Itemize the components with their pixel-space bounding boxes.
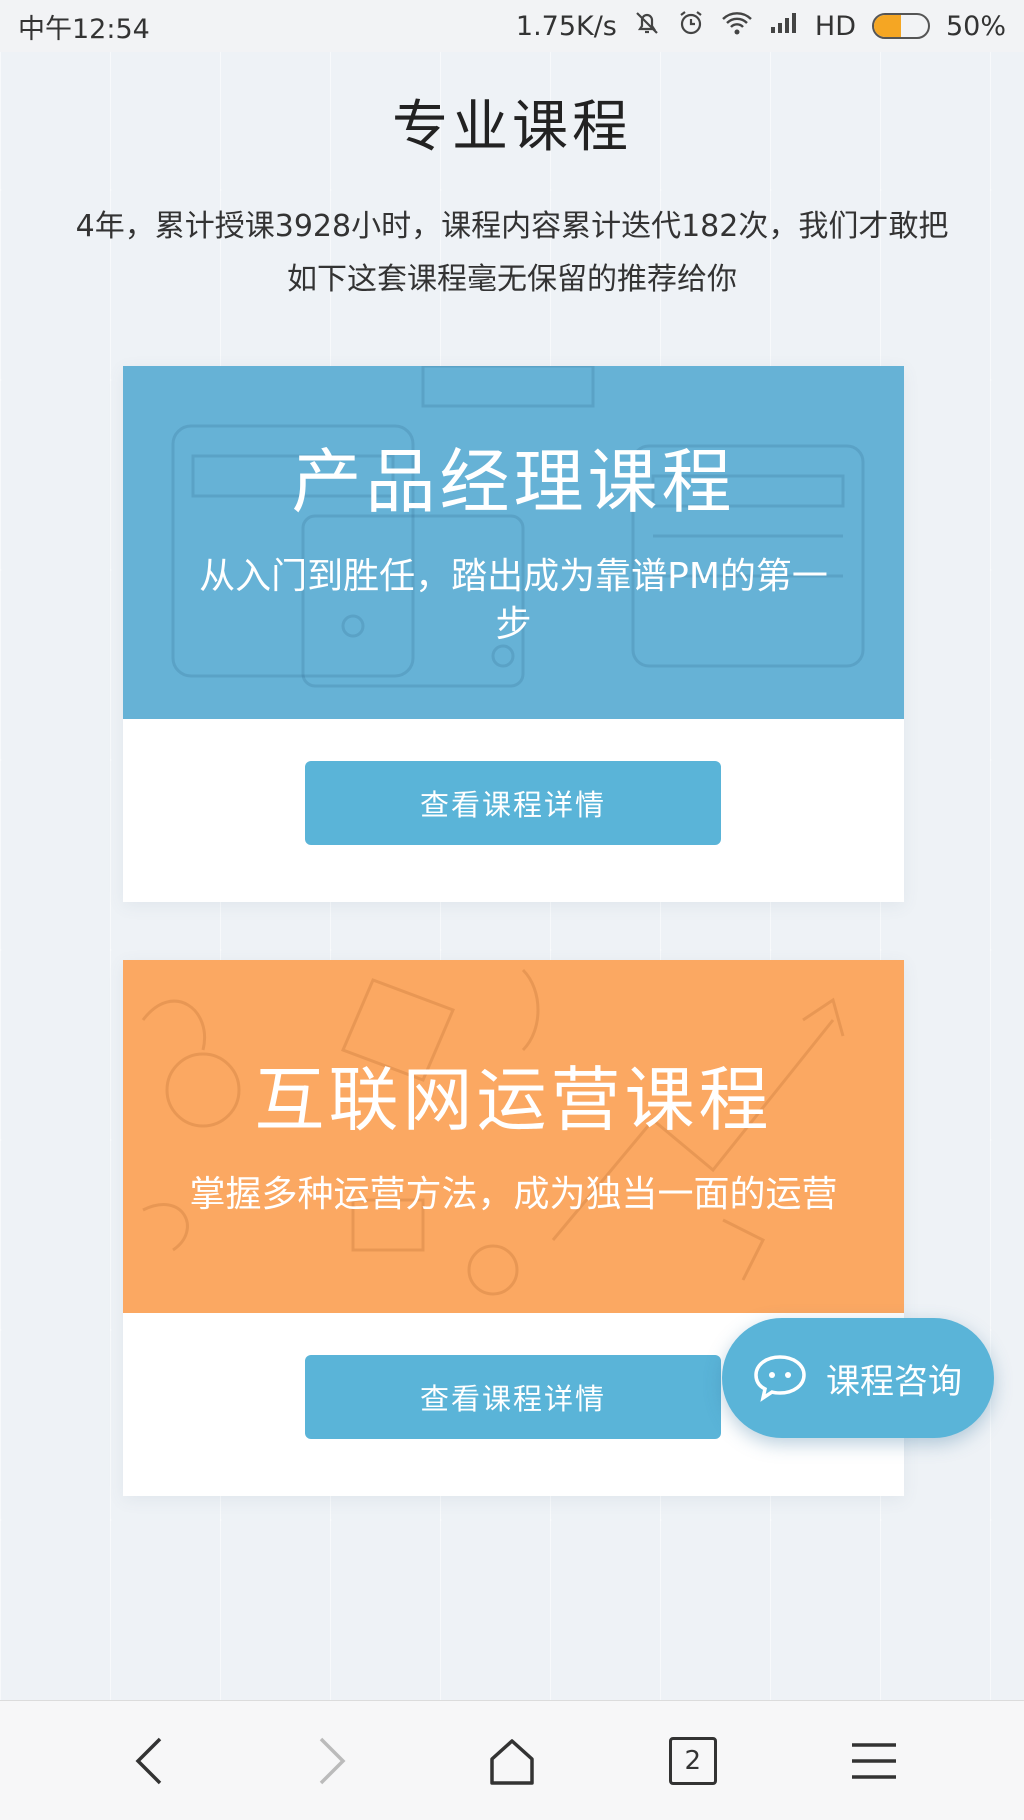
course-subtitle: 从入门到胜任，踏出成为靠谱PM的第一步 <box>199 556 828 645</box>
course-card-pm: 产品经理课程 从入门到胜任，踏出成为靠谱PM的第一步 查看课程详情 <box>123 366 904 902</box>
home-button[interactable] <box>472 1721 552 1801</box>
intro-line-2: 如下这套课程毫无保留的推荐给你 <box>287 262 737 297</box>
course-title: 产品经理课程 <box>291 441 736 523</box>
status-bar: 中午12:54 1.75K/s HD 50% <box>0 0 1024 52</box>
battery-icon <box>871 13 930 39</box>
course-subtitle: 掌握多种运营方法，成为独当一面的运营 <box>189 1174 838 1215</box>
back-icon <box>135 1737 162 1784</box>
network-speed: 1.75K/s <box>515 10 617 42</box>
wifi-icon <box>721 10 753 43</box>
course-banner-pm[interactable]: 产品经理课程 从入门到胜任，踏出成为靠谱PM的第一步 <box>123 366 904 719</box>
chat-bubble-icon <box>754 1355 806 1402</box>
intro-text: 4年，累计授课3928小时，课程内容累计迭代182次，我们才敢把 如下这套课程毫… <box>20 200 1004 306</box>
view-course-details-button[interactable]: 查看课程详情 <box>305 1355 721 1439</box>
network-type: HD <box>814 10 856 42</box>
intro-line-1: 4年，累计授课3928小时，课程内容累计迭代182次，我们才敢把 <box>75 209 949 244</box>
battery-percent: 50% <box>945 10 1006 42</box>
wireframe-pattern-image <box>171 366 865 688</box>
status-time: 中午12:54 <box>18 13 150 45</box>
forward-icon <box>319 1737 346 1784</box>
browser-bottom-nav: 2 <box>0 1700 1024 1820</box>
course-consult-button[interactable]: 课程咨询 <box>722 1318 994 1438</box>
page-title: 专业课程 <box>392 95 632 160</box>
tabs-icon: 2 <box>668 1736 717 1785</box>
tabs-button[interactable]: 2 <box>653 1721 733 1801</box>
mute-bell-icon <box>633 9 661 44</box>
view-course-details-button[interactable]: 查看课程详情 <box>305 761 721 845</box>
menu-icon <box>851 1742 896 1779</box>
alarm-icon <box>677 9 705 44</box>
consult-label: 课程咨询 <box>826 1361 962 1402</box>
signal-icon <box>769 11 799 42</box>
course-title: 互联网运营课程 <box>254 1059 773 1141</box>
menu-button[interactable] <box>834 1721 914 1801</box>
status-indicators: 1.75K/s HD 50% <box>516 9 1006 44</box>
course-banner-operations[interactable]: 互联网运营课程 掌握多种运营方法，成为独当一面的运营 <box>123 960 904 1313</box>
home-icon <box>490 1738 534 1785</box>
forward-button[interactable] <box>291 1721 371 1801</box>
back-button[interactable] <box>110 1721 190 1801</box>
